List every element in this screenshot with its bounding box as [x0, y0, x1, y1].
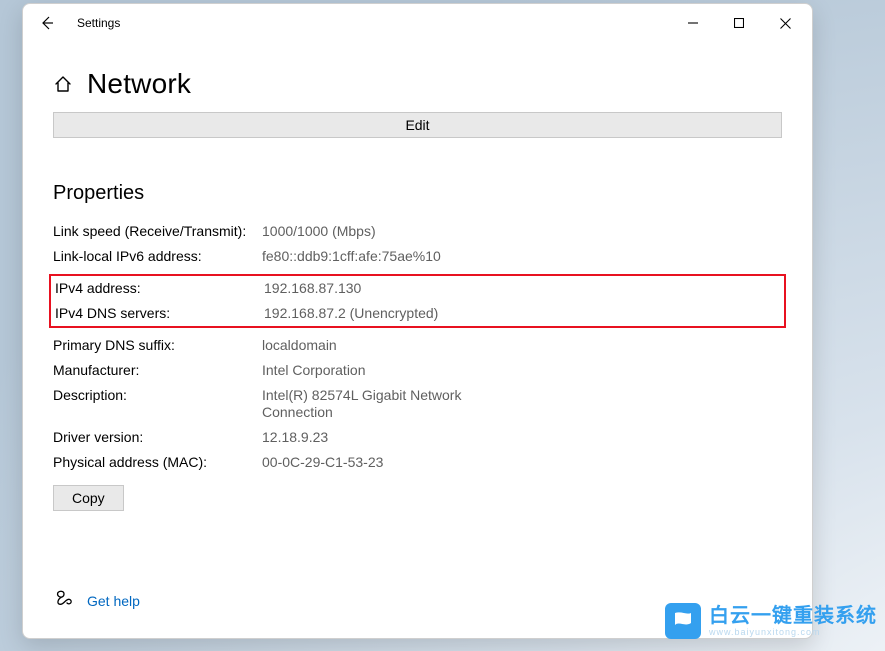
property-label: Manufacturer: [53, 362, 262, 379]
brand-title: 白云一键重装系统 [709, 606, 877, 626]
property-value: fe80::ddb9:1cff:afe:75ae%10 [262, 248, 441, 265]
property-row: Description: Intel(R) 82574L Gigabit Net… [53, 387, 782, 421]
property-value: 1000/1000 (Mbps) [262, 223, 376, 240]
brand-logo-icon [665, 603, 701, 639]
property-value: localdomain [262, 337, 337, 354]
window-controls [670, 4, 808, 42]
property-label: Primary DNS suffix: [53, 337, 262, 354]
property-row: IPv4 address: 192.168.87.130 [55, 280, 780, 297]
property-label: Link-local IPv6 address: [53, 248, 262, 265]
window-title: Settings [77, 16, 120, 30]
help-icon [55, 589, 73, 612]
property-row: Link speed (Receive/Transmit): 1000/1000… [53, 223, 782, 240]
page-header: Network [53, 68, 782, 100]
titlebar: Settings [23, 4, 812, 42]
property-label: IPv4 address: [55, 280, 264, 297]
property-label: IPv4 DNS servers: [55, 305, 264, 322]
property-value: 192.168.87.2 (Unencrypted) [264, 305, 438, 322]
property-label: Description: [53, 387, 262, 421]
property-row: Manufacturer: Intel Corporation [53, 362, 782, 379]
property-row: Primary DNS suffix: localdomain [53, 337, 782, 354]
get-help-link[interactable]: Get help [87, 593, 140, 609]
maximize-button[interactable] [716, 4, 762, 42]
property-value: 12.18.9.23 [262, 429, 328, 446]
page-title: Network [87, 68, 191, 100]
property-value: Intel(R) 82574L Gigabit Network Connecti… [262, 387, 492, 421]
content: Network Edit Properties Link speed (Rece… [23, 42, 812, 638]
brand-url: www.baiyunxitong.com [709, 628, 877, 637]
highlight-annotation: IPv4 address: 192.168.87.130 IPv4 DNS se… [49, 274, 786, 328]
property-label: Link speed (Receive/Transmit): [53, 223, 262, 240]
watermark-brand: 白云一键重装系统 www.baiyunxitong.com [665, 603, 877, 639]
settings-window: Settings Network Edit Properties Link sp… [22, 3, 813, 639]
property-row: Driver version: 12.18.9.23 [53, 429, 782, 446]
close-button[interactable] [762, 4, 808, 42]
home-icon [53, 74, 75, 94]
property-label: Driver version: [53, 429, 262, 446]
minimize-button[interactable] [670, 4, 716, 42]
section-title: Properties [53, 182, 782, 205]
properties-list: Link speed (Receive/Transmit): 1000/1000… [53, 223, 782, 471]
property-row: Link-local IPv6 address: fe80::ddb9:1cff… [53, 248, 782, 265]
back-button[interactable] [23, 4, 71, 42]
edit-button[interactable]: Edit [53, 112, 782, 138]
property-value: 00-0C-29-C1-53-23 [262, 454, 383, 471]
property-value: 192.168.87.130 [264, 280, 361, 297]
brand-text: 白云一键重装系统 www.baiyunxitong.com [709, 606, 877, 637]
property-value: Intel Corporation [262, 362, 366, 379]
property-label: Physical address (MAC): [53, 454, 262, 471]
copy-button[interactable]: Copy [53, 485, 124, 511]
property-row: Physical address (MAC): 00-0C-29-C1-53-2… [53, 454, 782, 471]
property-row: IPv4 DNS servers: 192.168.87.2 (Unencryp… [55, 305, 780, 322]
